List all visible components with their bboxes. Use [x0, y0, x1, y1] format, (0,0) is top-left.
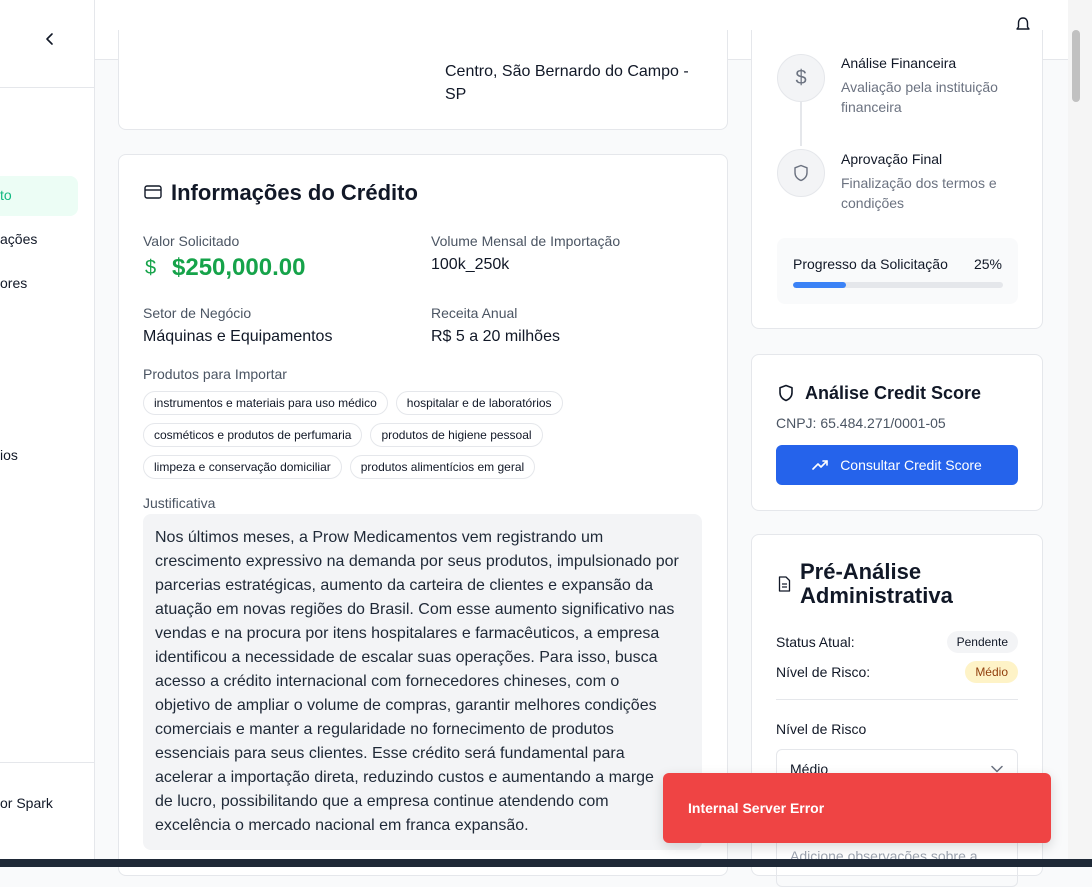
page-scrollbar-track[interactable]: [1068, 0, 1092, 867]
step-title: Análise Financeira: [841, 55, 957, 71]
justificativa-line: parcerias estratégicas, aumento da carte…: [155, 577, 654, 594]
error-toast-message: Internal Server Error: [688, 800, 825, 816]
company-address-line1: Centro, São Bernardo do Campo -: [445, 63, 689, 80]
produto-chip: limpeza e conservação domiciliar: [143, 455, 342, 479]
progress-box: Progresso da Solicitação 25%: [777, 238, 1018, 304]
sidebar-footer: or Spark: [0, 762, 94, 867]
justificativa-line: identificou a necessidade de escalar sua…: [155, 649, 658, 666]
setor-label: Setor de Negócio: [143, 305, 252, 321]
dollar-sign-icon: $: [145, 257, 157, 279]
sidebar-item-solicitacoes[interactable]: ações: [0, 231, 37, 247]
credit-info-card: Informações do Crédito Valor Solicitado …: [118, 154, 728, 876]
sidebar-footer-brand[interactable]: or Spark: [0, 795, 53, 811]
risco-select-label: Nível de Risco: [776, 721, 867, 737]
justificativa-line: excelência o mercado nacional em franca …: [155, 817, 529, 834]
justificativa-line: acesso a crédito internacional com forne…: [155, 673, 620, 690]
credit-info-title: Informações do Crédito: [171, 180, 418, 205]
receita-label: Receita Anual: [431, 305, 518, 321]
shield-icon: [794, 164, 808, 182]
pre-analise-title: Pré-Análise Administrativa: [800, 560, 953, 608]
company-address-line2: SP: [445, 86, 467, 103]
justificativa-line: crescimento expressivo na demanda por se…: [155, 553, 679, 570]
error-toast[interactable]: Internal Server Error: [663, 773, 1051, 843]
step-desc-line: condições: [841, 195, 905, 211]
justificativa-line: comerciais e manter a regularidade no fo…: [155, 721, 614, 738]
justificativa-line: Nos últimos meses, a Prow Medicamentos v…: [155, 529, 604, 546]
setor-value: Máquinas e Equipamentos: [143, 328, 333, 345]
trending-up-icon: [812, 460, 828, 470]
shield-icon: [779, 384, 793, 402]
sidebar-item-credito[interactable]: to: [0, 187, 12, 203]
dollar-icon: $: [795, 66, 807, 89]
risco-label: Nível de Risco:: [776, 664, 871, 680]
chevron-down-icon: [991, 765, 1003, 773]
justificativa-label: Justificativa: [143, 495, 216, 511]
progress-percent: 25%: [973, 256, 1002, 272]
step-desc: Finalização dos termos e condições: [841, 173, 997, 213]
pre-analise-title-line: Pré-Análise: [800, 559, 922, 584]
justificativa-line: essenciais para seus clientes. Esse créd…: [155, 745, 625, 762]
step-desc-line: financeira: [841, 99, 902, 115]
collapse-sidebar-button[interactable]: [41, 29, 59, 49]
page-scrollbar-thumb[interactable]: [1072, 30, 1080, 102]
cnpj-text: CNPJ: 65.484.271/0001-05: [776, 415, 946, 431]
valor-value: $250,000.00: [172, 254, 306, 281]
produto-chip: produtos alimentícios em geral: [349, 455, 536, 479]
step-circle: $: [777, 54, 825, 102]
credit-score-card: Análise Credit Score CNPJ: 65.484.271/00…: [751, 354, 1043, 511]
chevron-left-icon: [46, 33, 53, 45]
risco-badge: Médio: [965, 661, 1018, 683]
progress-fill: [793, 282, 846, 288]
receita-value: R$ 5 a 20 milhões: [431, 328, 560, 345]
bottom-edge: [0, 859, 1092, 867]
justificativa-text: Nos últimos meses, a Prow Medicamentos v…: [143, 514, 702, 850]
document-icon: [778, 576, 791, 592]
sidebar-header: [0, 0, 94, 88]
valor-label: Valor Solicitado: [143, 233, 240, 249]
status-label: Status Atual:: [776, 634, 855, 650]
steps-card: $ Análise Financeira Avaliação pela inst…: [751, 30, 1043, 329]
step-desc: Avaliação pela instituição financeira: [841, 77, 998, 117]
progress-track: [793, 282, 1003, 288]
progress-label: Progresso da Solicitação: [793, 256, 948, 272]
volume-label: Volume Mensal de Importação: [431, 233, 621, 249]
justificativa-line: atuação em novas regiões do Brasil. Com …: [155, 601, 675, 618]
step-desc-line: Avaliação pela instituição: [841, 79, 998, 95]
sidebar-item-fornecedores[interactable]: ores: [0, 275, 27, 291]
consultar-credit-score-button[interactable]: Consultar Credit Score: [776, 445, 1018, 485]
produto-chip: cosméticos e produtos de perfumaria: [143, 423, 363, 447]
status-badge: Pendente: [946, 631, 1018, 653]
produto-chip: instrumentos e materiais para uso médico: [143, 391, 388, 415]
produto-chip: hospitalar e de laboratórios: [395, 391, 563, 415]
pre-analise-title-line: Administrativa: [800, 583, 953, 608]
step-circle: [777, 149, 825, 197]
justificativa-line: vendas e na procura por itens hospitalar…: [155, 625, 660, 642]
credit-score-title: Análise Credit Score: [805, 383, 982, 403]
produtos-label: Produtos para Importar: [143, 366, 287, 382]
sidebar: to ações ores ios or Spark: [0, 0, 95, 867]
produto-chip: produtos de higiene pessoal: [370, 423, 543, 447]
justificativa-line: objetivo de ampliar o volume de compras,…: [155, 697, 657, 714]
produtos-chip-list: instrumentos e materiais para uso médico…: [143, 391, 623, 487]
sidebar-item-relatorios[interactable]: ios: [0, 447, 18, 463]
volume-value: 100k_250k: [431, 256, 510, 273]
step-desc-line: Finalização dos termos e: [841, 175, 997, 191]
company-card: Centro, São Bernardo do Campo - SP: [118, 30, 728, 130]
justificativa-line: acelerar a importação direta, reduzindo …: [155, 769, 654, 786]
justificativa-line: de lucro, possibilitando que a empresa c…: [155, 793, 609, 810]
credit-card-icon: [144, 185, 162, 199]
step-title: Aprovação Final: [841, 151, 943, 167]
consultar-credit-score-label: Consultar Credit Score: [840, 457, 982, 473]
divider: [776, 699, 1018, 700]
